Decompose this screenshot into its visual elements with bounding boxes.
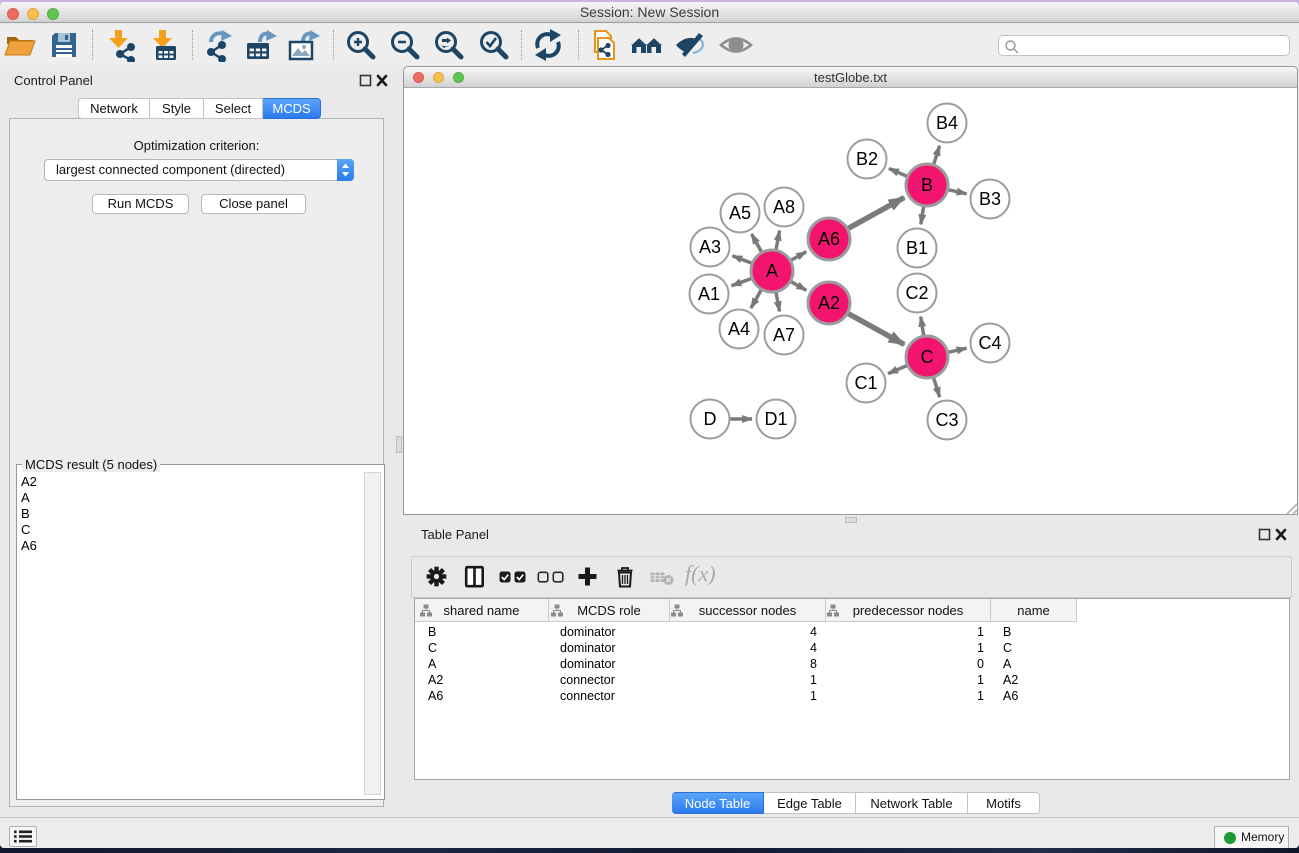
svg-text:A: A (766, 261, 778, 281)
svg-text:D1: D1 (764, 409, 787, 429)
svg-text:C: C (921, 347, 934, 367)
svg-text:A2: A2 (818, 293, 840, 313)
svg-text:B3: B3 (979, 189, 1001, 209)
svg-text:C2: C2 (905, 283, 928, 303)
svg-text:A3: A3 (699, 237, 721, 257)
svg-text:C1: C1 (854, 373, 877, 393)
svg-text:C4: C4 (978, 333, 1001, 353)
svg-text:B4: B4 (936, 113, 958, 133)
svg-text:B2: B2 (856, 149, 878, 169)
svg-text:A7: A7 (773, 325, 795, 345)
svg-text:C3: C3 (935, 410, 958, 430)
svg-text:A6: A6 (818, 229, 840, 249)
svg-text:A8: A8 (773, 197, 795, 217)
svg-text:A1: A1 (698, 284, 720, 304)
svg-text:A5: A5 (729, 203, 751, 223)
svg-text:B: B (921, 175, 933, 195)
svg-text:A4: A4 (728, 319, 750, 339)
svg-text:D: D (704, 409, 717, 429)
svg-text:B1: B1 (906, 238, 928, 258)
